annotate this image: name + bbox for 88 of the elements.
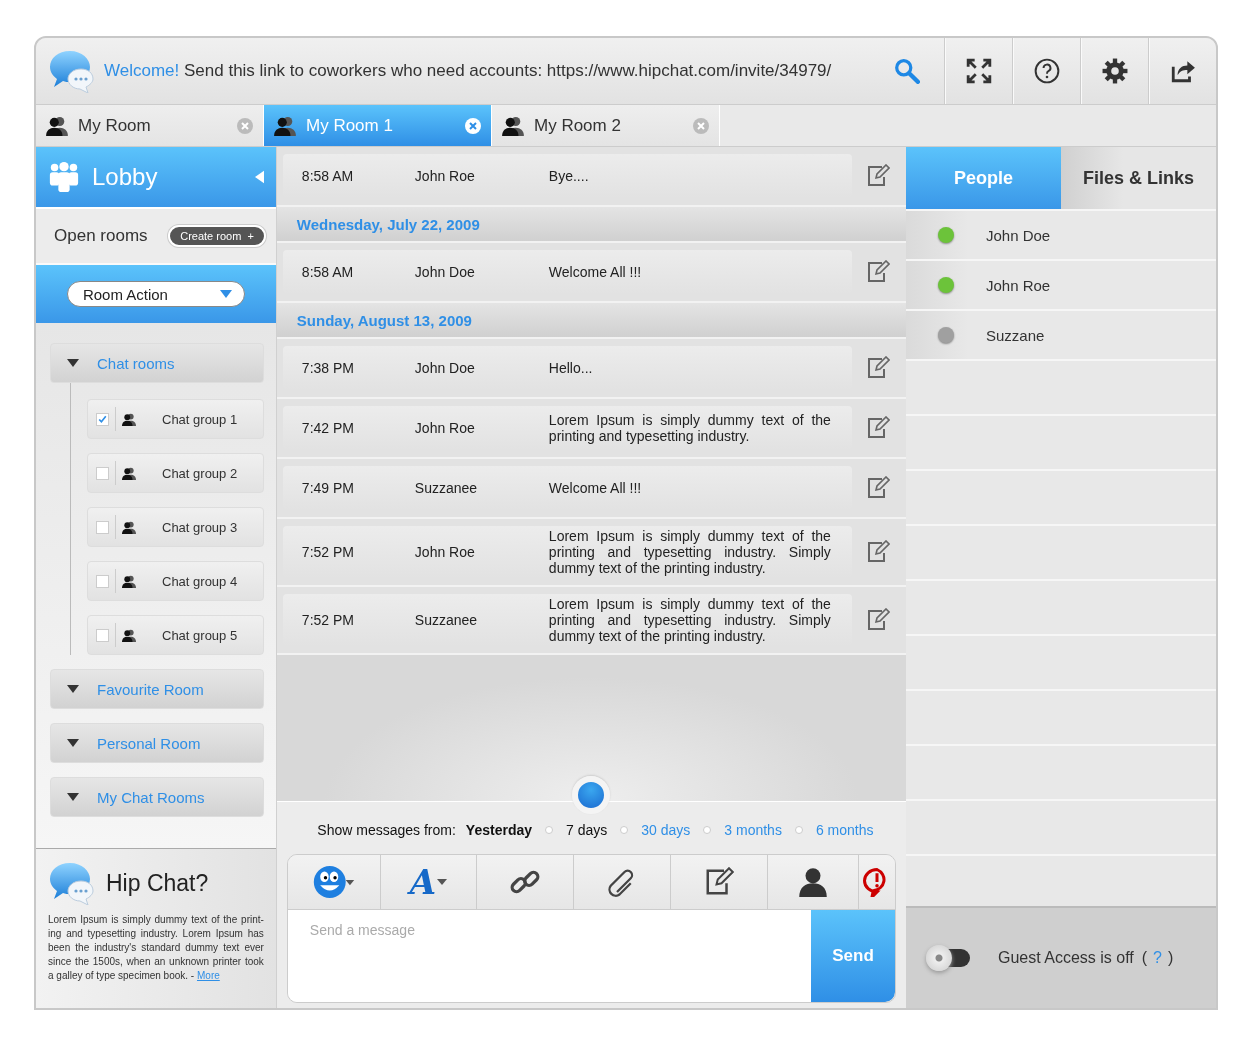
paren-text: ) — [1168, 949, 1174, 967]
collapse-arrow-icon[interactable] — [254, 170, 264, 184]
date-separator: Sunday, August 13, 2009 — [276, 303, 906, 339]
message-sender: Suzzanee — [414, 480, 479, 496]
chat-group-item[interactable]: Chat group 4 — [87, 561, 264, 601]
chat-group-item[interactable]: Chat group 2 — [87, 453, 264, 493]
edit-icon[interactable] — [866, 356, 890, 380]
edit-icon[interactable] — [866, 540, 890, 564]
lobby-title: Lobby — [92, 163, 159, 191]
open-rooms-label: Open rooms — [54, 226, 148, 246]
close-icon[interactable] — [465, 117, 481, 134]
checkbox[interactable] — [96, 412, 109, 426]
help-icon[interactable] — [1033, 58, 1060, 84]
edit-icon[interactable] — [866, 164, 890, 188]
edit-icon[interactable] — [866, 476, 890, 500]
create-room-button[interactable]: Create room + — [168, 225, 266, 247]
message-input[interactable]: Send a message — [287, 910, 811, 1002]
history-current: Yesterday — [465, 822, 532, 838]
expand-arrow-icon — [67, 359, 79, 367]
message-time: 7:52 PM — [301, 544, 355, 560]
people-icon — [122, 520, 136, 534]
chat-group-item[interactable]: Chat group 3 — [87, 507, 264, 547]
fullscreen-icon[interactable] — [965, 58, 992, 84]
people-icon — [122, 466, 136, 480]
search-icon[interactable] — [894, 58, 920, 84]
people-icon — [46, 115, 68, 136]
message-time: 7:49 PM — [301, 480, 355, 496]
message-text: Lorem Ipsum is simply dummy text of the printing and typesetting industry. — [548, 412, 831, 444]
expand-arrow-icon — [67, 793, 79, 801]
date-separator: Wednesday, July 22, 2009 — [276, 207, 906, 243]
message-sender: John Roe — [414, 168, 476, 184]
chat-group-item[interactable]: Chat group 5 — [87, 615, 264, 655]
message-text: Bye.... — [548, 168, 590, 184]
slider-step-dot — [703, 826, 712, 834]
message-text: Welcome All !!! — [548, 264, 643, 280]
guest-access-label: Guest Access is off — [998, 949, 1134, 967]
slider-step-dot — [620, 826, 629, 834]
message-time: 7:52 PM — [301, 612, 355, 628]
room-tab[interactable]: My Room 2 — [492, 105, 720, 146]
chat-bubbles-icon — [48, 861, 96, 905]
slider-step-dot — [794, 826, 803, 834]
logout-icon[interactable] — [1169, 58, 1196, 84]
message-sender: John Roe — [414, 420, 476, 436]
people-icon — [122, 628, 136, 642]
welcome-message: Welcome! Send this link to coworkers who need accounts: https://www.hipchat.com/invite/34979/ — [104, 61, 833, 81]
person-icon[interactable] — [797, 867, 828, 897]
caret-icon — [219, 290, 232, 298]
slider-step-dot — [545, 826, 553, 834]
people-icon — [502, 115, 524, 136]
message-text: Lorem Ipsum is simply dummy text of the printing and typesetting industry. Simply dummy text of the printing industry. — [548, 596, 831, 644]
expand-arrow-icon — [67, 739, 79, 747]
history-label: Show messages from: — [317, 822, 456, 838]
message-sender: Suzzanee — [414, 612, 479, 628]
chat-group-item[interactable]: Chat group 1 — [87, 399, 264, 439]
message-text: Lorem Ipsum is simply dummy text of the printing and typesetting industry. Simply dummy text of the printing industry. — [548, 528, 831, 576]
edit-icon[interactable] — [866, 416, 890, 440]
message-sender: John Doe — [414, 360, 476, 376]
edit-icon[interactable] — [866, 260, 890, 284]
people-icon — [274, 115, 296, 136]
group-icon — [48, 160, 80, 194]
message-text: Hello... — [548, 360, 594, 376]
person-row[interactable]: Suzzane — [906, 311, 1216, 361]
message-time: 7:42 PM — [301, 420, 355, 436]
message-sender: John Roe — [414, 544, 476, 560]
font-button[interactable]: A — [409, 862, 448, 902]
message-time: 8:58 AM — [301, 168, 355, 184]
person-row[interactable]: John Doe — [906, 211, 1216, 261]
checkbox[interactable] — [96, 466, 109, 480]
expand-arrow-icon — [67, 685, 79, 693]
about-text: Lorem Ipsum is simply dummy text of the print-ing and typesetting industry. Lorem Ipsum has been the industry's standard dummy text ever since the 1500s, when an unknown printer took a galley of type specimen book. - More — [48, 913, 264, 983]
checkbox[interactable] — [96, 628, 109, 642]
checkbox[interactable] — [96, 574, 109, 588]
message-time: 8:58 AM — [301, 264, 355, 280]
message-time: 7:38 PM — [301, 360, 355, 376]
room-action-dropdown[interactable]: Room Action — [66, 281, 245, 307]
message-text: Welcome All !!! — [548, 480, 643, 496]
message-sender: John Doe — [414, 264, 476, 280]
caret-icon — [437, 879, 448, 885]
person-row[interactable]: John Roe — [906, 261, 1216, 311]
room-tab[interactable]: My Room — [36, 105, 264, 146]
people-icon — [122, 574, 136, 588]
checkbox[interactable] — [96, 520, 109, 534]
chat-bubbles-icon — [48, 49, 96, 93]
people-icon — [122, 412, 136, 426]
about-title: Hip Chat? — [106, 869, 209, 897]
paren-text: ( — [1141, 949, 1148, 967]
edit-icon[interactable] — [866, 608, 890, 632]
settings-icon[interactable] — [1101, 58, 1128, 84]
